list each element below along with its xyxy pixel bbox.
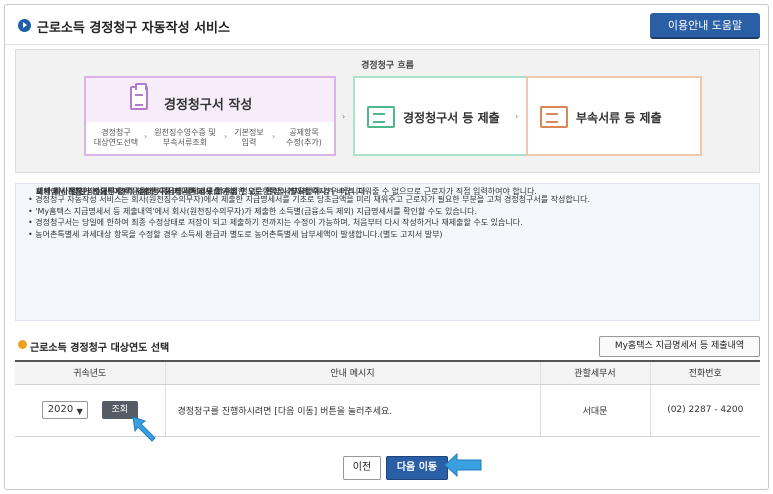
flow-step-submit: 경정청구서 등 제출: [353, 76, 529, 156]
help-button[interactable]: 이용안내 도움말: [650, 13, 760, 39]
office-cell: 서대문: [539, 384, 650, 437]
clipboard-icon: [130, 83, 148, 110]
substep-deduction: 공제항목 수정(추가): [286, 128, 322, 147]
message-cell: 경정청구를 진행하시려면 [다음 이동] 버튼을 눌러주세요.: [164, 384, 540, 437]
phone-cell: (02) 2287 - 4200: [649, 384, 760, 437]
year-select[interactable]: 2020 ▼: [41, 401, 88, 419]
page-title: 근로소득 경정청구 자동작성 서비스: [37, 21, 230, 36]
main-frame: 근로소득 경정청구 자동작성 서비스 이용안내 도움말 경정청구 흐름 경정청구…: [4, 4, 769, 490]
flow-arrow-icon: ›: [342, 112, 346, 121]
substep-basic: 기본정보 입력: [234, 128, 264, 147]
play-circle-icon: [18, 19, 31, 32]
notice-line: • 경정청구서는 당일에 한하여 최종 수정상태로 저장이 되고 제출하기 전까…: [28, 218, 523, 228]
section-bullet-icon: [18, 340, 27, 349]
flow-step-submit-title: 경정청구서 등 제출: [403, 111, 500, 125]
year-table: 귀속년도 안내 메시지 관할세무서 전화번호 2020 ▼ 조회 경정청구를 진행하…: [15, 360, 760, 437]
flow-arrow-icon: ›: [515, 112, 519, 121]
flow-step-write-title: 경정청구서 작성: [164, 98, 253, 113]
pointer-arrow-icon: [132, 416, 156, 442]
flow-label: 경정청구 흐름: [361, 61, 414, 71]
flow-step-attachments-title: 부속서류 등 제출: [576, 111, 662, 125]
document-icon: [540, 106, 568, 128]
col-message: 안내 메시지: [164, 360, 540, 385]
col-year: 귀속년도: [15, 360, 165, 385]
page-header: 근로소득 경정청구 자동작성 서비스 이용안내 도움말: [5, 5, 768, 45]
notice-line: • 농어촌특별세 과세대상 항목을 수정할 경우 소득세 환급과 별도로 농어촌…: [28, 229, 443, 239]
next-button[interactable]: 다음 이동: [386, 456, 448, 480]
prev-button[interactable]: 이전: [343, 456, 381, 480]
col-office: 관할세무서: [539, 360, 650, 385]
document-icon: [367, 106, 395, 128]
flow-step-attachments: 부속서류 등 제출: [526, 76, 702, 156]
flow-panel: 경정청구 흐름 경정청구서 작성 경정청구 대상연도선택 › 원천징수영수증 및…: [15, 49, 760, 173]
substep-sep: ›: [272, 132, 276, 141]
year-select-value: 2020: [47, 404, 74, 415]
substep-year: 경정청구 대상연도선택: [93, 128, 139, 147]
pointer-arrow-icon: [444, 452, 482, 478]
notice-box: • 경정청구 자동작성 서비스는 회사(원천징수의무자)에서 제출한 지급명세서…: [15, 183, 760, 321]
chevron-down-icon: ▼: [76, 407, 83, 416]
table-header-row: 귀속년도 안내 메시지 관할세무서 전화번호: [15, 360, 760, 385]
col-phone: 전화번호: [649, 360, 760, 385]
substep-sep: ›: [144, 132, 148, 141]
substep-sep: ›: [224, 132, 228, 141]
flow-substeps: 경정청구 대상연도선택 › 원천징수영수증 및 부속서류조회 › 기본정보 입력…: [86, 126, 334, 154]
substep-lookup: 원천징수영수증 및 부속서류조회: [154, 128, 216, 147]
my-hometax-submission-button[interactable]: My홈택스 지급명세서 등 제출내역: [599, 336, 760, 357]
table-row: 2020 ▼ 조회 경정청구를 진행하시려면 [다음 이동] 버튼을 눌러주세요. …: [15, 384, 760, 437]
flow-step-write: 경정청구서 작성 경정청구 대상연도선택 › 원천징수영수증 및 부속서류조회 …: [84, 76, 336, 156]
notice-line: • 'My홈택스 지급명세서 등 제출내역'에서 회사(원천징수의무자)가 제출…: [28, 206, 478, 216]
notice-line: 재제출 시 당일 작성된 이전의 경정청구서가 삭제되므로 수정한 모든항목을 …: [36, 187, 369, 196]
section-title: 근로소득 경정청구 대상연도 선택: [30, 343, 170, 354]
